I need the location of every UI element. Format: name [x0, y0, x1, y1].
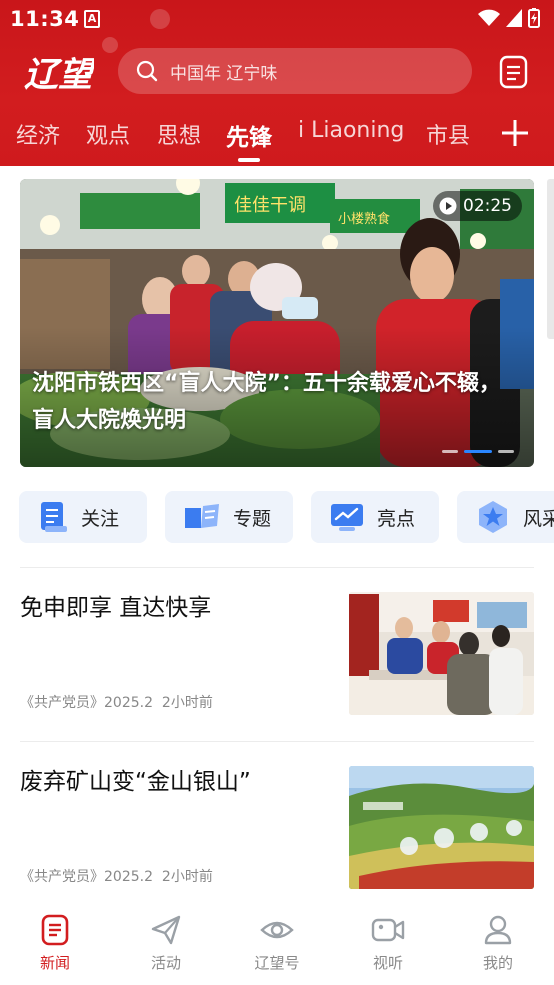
news-title: 免申即享 直达快享: [20, 595, 212, 621]
quick-entry-label: 专题: [233, 507, 272, 530]
nav-video[interactable]: 视听: [348, 914, 428, 980]
tab-i-liaoning[interactable]: i Liaoning: [298, 118, 404, 143]
add-channel-icon[interactable]: [500, 118, 530, 148]
video-duration-badge: 02:25: [433, 191, 522, 221]
hero-caption: 沈阳市铁西区“盲人大院”：五十余载爱心不辍，盲人大院焕光明: [32, 371, 501, 433]
market-sign: 佳佳干调: [234, 195, 306, 216]
news-thumbnail: [349, 592, 534, 715]
nav-news[interactable]: 新闻: [15, 914, 95, 980]
list-divider: [20, 741, 534, 742]
news-title: 废弃矿山变“金山银山”: [20, 769, 251, 795]
battery-icon: [528, 8, 540, 28]
carousel-indicator: [442, 450, 514, 453]
video-duration: 02:25: [463, 196, 512, 216]
star-badge-icon: [479, 501, 507, 533]
news-meta: 《共产党员》2025.2 2小时前: [20, 692, 213, 712]
user-icon: [484, 915, 512, 945]
news-source: 《共产党员》2025.2: [20, 869, 153, 885]
nav-label: 我的: [482, 954, 513, 972]
menu-icon[interactable]: [498, 54, 532, 90]
news-time: 2小时前: [161, 869, 213, 885]
next-banner-peek: [547, 179, 554, 339]
nav-label: 视听: [372, 954, 403, 972]
tab-opinion[interactable]: 观点: [86, 118, 130, 150]
status-time: 11:34: [10, 7, 80, 31]
news-thumbnail: [349, 766, 534, 889]
wifi-icon: [478, 9, 500, 26]
news-icon: [41, 914, 69, 946]
news-meta: 《共产党员》2025.2 2小时前: [20, 866, 213, 886]
chart-monitor-icon: [331, 504, 363, 531]
tab-pioneer[interactable]: 先锋: [226, 118, 272, 152]
signal-icon: [506, 9, 522, 27]
nav-profile[interactable]: 我的: [458, 914, 538, 980]
tab-cities[interactable]: 市县: [426, 118, 470, 150]
quick-entry-topics[interactable]: 专题: [165, 491, 293, 543]
video-camera-icon: [371, 918, 405, 942]
quick-entry-label: 关注: [81, 507, 120, 530]
paper-plane-icon: [151, 915, 181, 945]
quick-entry-row: 关注 专题 亮点 风采: [19, 491, 554, 543]
nav-label: 活动: [150, 954, 181, 972]
tab-thought[interactable]: 思想: [157, 118, 201, 150]
quick-entry-style[interactable]: 风采: [457, 491, 554, 543]
carousel-dot: [498, 450, 514, 453]
tab-economy[interactable]: 经济: [16, 118, 60, 150]
nav-liaowang-hao[interactable]: 辽望号: [237, 914, 317, 980]
app-notification-icon: A: [84, 10, 100, 28]
active-tab-indicator: [238, 158, 260, 162]
bottom-navigation: 新闻 活动 辽望号 视听 我的: [0, 906, 554, 985]
search-bar[interactable]: 中国年 辽宁味: [118, 48, 472, 94]
app-header: 11:34 A 辽望 中国年 辽宁味 经济 观点 思想 先锋 i Liaonin…: [0, 0, 554, 166]
market-sign: 小楼熟食: [338, 211, 390, 227]
news-time: 2小时前: [161, 695, 213, 711]
liaowang-logo[interactable]: 辽望: [22, 42, 94, 100]
search-icon: [136, 60, 158, 82]
quick-entry-highlights[interactable]: 亮点: [311, 491, 439, 543]
nav-label: 新闻: [39, 954, 70, 972]
hero-video-banner[interactable]: 佳佳干调 小楼熟食 02:25 沈阳市铁西区“盲人大院”：五十余载爱心不辍，盲人…: [20, 179, 534, 467]
search-placeholder: 中国年 辽宁味: [170, 63, 278, 84]
news-source: 《共产党员》2025.2: [20, 695, 153, 711]
nav-activities[interactable]: 活动: [126, 914, 206, 980]
channel-tabs: 经济 观点 思想 先锋 i Liaoning 市县: [0, 112, 554, 162]
list-divider: [20, 567, 534, 568]
quick-entry-label: 亮点: [377, 507, 416, 530]
quick-entry-label: 风采: [523, 507, 554, 530]
play-icon: [439, 197, 457, 215]
document-icon: [41, 502, 67, 532]
carousel-dot-active: [464, 450, 492, 453]
quick-entry-follow[interactable]: 关注: [19, 491, 147, 543]
nav-label: 辽望号: [254, 954, 300, 972]
news-list-item[interactable]: 废弃矿山变“金山银山” 《共产党员》2025.2 2小时前: [20, 766, 534, 890]
status-bar: 11:34 A: [0, 0, 554, 38]
logo-text: 辽望: [24, 55, 94, 95]
carousel-dot: [442, 450, 458, 453]
eye-icon: [260, 921, 294, 939]
open-book-icon: [185, 504, 219, 528]
news-list-item[interactable]: 免申即享 直达快享 《共产党员》2025.2 2小时前: [20, 592, 534, 716]
